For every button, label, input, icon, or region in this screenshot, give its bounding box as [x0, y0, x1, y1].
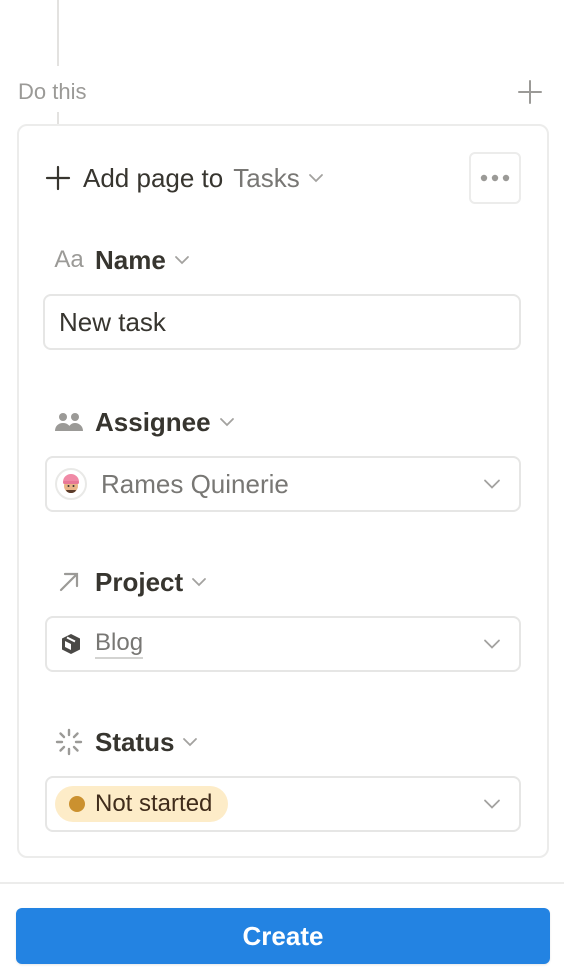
- chevron-down-icon: [484, 479, 500, 489]
- more-options-button[interactable]: [469, 152, 521, 204]
- property-label-name[interactable]: Aa Name: [45, 240, 521, 280]
- add-action-button[interactable]: [514, 76, 546, 108]
- section-title: Do this: [18, 79, 87, 104]
- assignee-value: Rames Quinerie: [101, 468, 289, 499]
- property-label-text: Name: [95, 244, 166, 275]
- name-input[interactable]: New task: [43, 294, 521, 350]
- database-selector[interactable]: Tasks: [233, 163, 323, 194]
- plus-icon: [518, 80, 542, 104]
- property-label-assignee[interactable]: Assignee: [45, 402, 521, 442]
- status-value: Not started: [95, 790, 213, 817]
- text-aa-icon: Aa: [54, 246, 84, 273]
- property-assignee: Assignee Rames Quinerie: [45, 402, 521, 512]
- status-spinner-icon: [53, 726, 85, 758]
- footer-divider: [0, 882, 564, 884]
- project-select[interactable]: Blog: [45, 616, 521, 672]
- status-dot: [69, 796, 85, 812]
- people-icon: [53, 406, 85, 438]
- property-label-text: Project: [95, 566, 184, 597]
- timeline-line: [57, 0, 59, 66]
- property-label-project[interactable]: Project: [45, 562, 521, 602]
- add-page-action-card: Add page to Tasks Aa Name New task Assig…: [17, 124, 549, 858]
- chevron-down-icon: [484, 639, 500, 649]
- chevron-down-icon: [219, 418, 234, 427]
- chevron-down-icon: [174, 256, 189, 265]
- box-icon: [62, 634, 80, 654]
- arrow-up-right-icon: [53, 566, 85, 598]
- status-select[interactable]: Not started: [45, 776, 521, 832]
- action-section-header: Do this: [18, 76, 546, 108]
- name-input-value: New task: [59, 306, 166, 337]
- card-title: Add page to: [83, 162, 224, 193]
- property-label-status[interactable]: Status: [45, 722, 521, 762]
- avatar: [55, 468, 87, 500]
- property-status: Status Not started: [45, 722, 521, 832]
- property-name: Aa Name New task: [43, 240, 521, 350]
- status-badge: Not started: [55, 786, 229, 822]
- property-label-text: Status: [95, 726, 175, 757]
- chevron-down-icon: [484, 799, 500, 809]
- chevron-down-icon: [308, 174, 323, 183]
- project-link[interactable]: Blog: [95, 629, 144, 659]
- plus-icon: [45, 165, 71, 191]
- ellipsis-icon: [480, 174, 510, 182]
- chevron-down-icon: [192, 578, 207, 587]
- database-name: Tasks: [233, 162, 300, 193]
- assignee-select[interactable]: Rames Quinerie: [45, 456, 521, 512]
- property-label-text: Assignee: [95, 406, 211, 437]
- property-project: Project Blog: [45, 562, 521, 672]
- chevron-down-icon: [183, 738, 198, 747]
- card-header: Add page to Tasks: [45, 152, 521, 204]
- create-button[interactable]: Create: [16, 908, 550, 964]
